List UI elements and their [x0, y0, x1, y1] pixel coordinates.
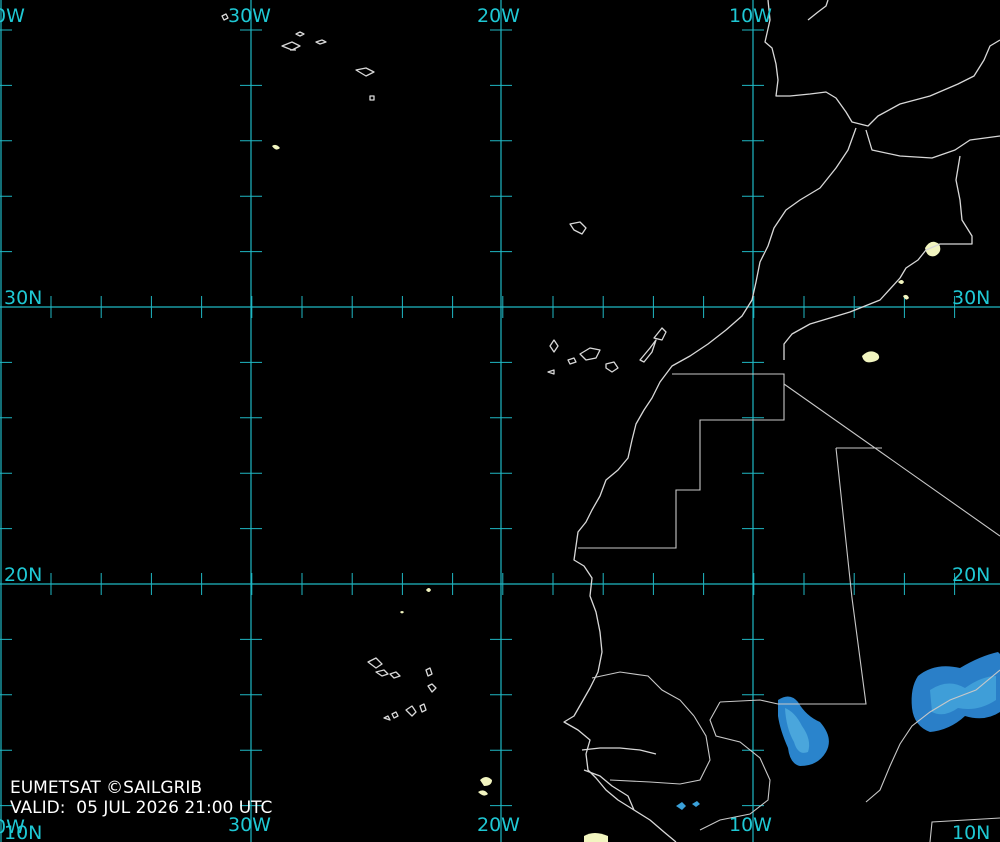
map-canvas: [0, 0, 1000, 842]
border-mali-guinea: [699, 701, 771, 831]
island-madeira: [569, 221, 587, 235]
island-cv-9: [419, 703, 427, 713]
island-canary-tenerife: [579, 347, 601, 361]
island-cv-4: [425, 667, 433, 677]
lat-label-right-10n: 10N: [952, 822, 991, 842]
cloud-azores: [272, 144, 280, 150]
cloud-cape-verde: [400, 588, 431, 614]
border-algeria-mali: [783, 383, 1000, 537]
island-cv-2: [375, 669, 389, 677]
graticule: [0, 0, 1000, 842]
island-canary-lanzarote: [653, 327, 667, 341]
coast-iberia: [764, 0, 1000, 127]
coast-africa-north: [865, 129, 1000, 159]
cloud-morocco: [898, 280, 909, 300]
lon-label-top-40w: 0W: [0, 5, 25, 27]
island-canary-fuerteventura: [639, 339, 657, 363]
lon-label-top-10w: 10W: [729, 5, 772, 27]
lon-label-bottom-10w: 10W: [729, 814, 772, 836]
island-canary-gran: [605, 361, 619, 373]
lat-label-left-10n: 10N: [4, 822, 43, 842]
border-senegal-mali: [609, 715, 711, 785]
valid-label: VALID:: [10, 798, 66, 818]
borders: [578, 373, 1000, 842]
satellite-map: 0W 30W 20W 10W 0W 30W 20W 10W 30N 20N 10…: [0, 0, 1000, 842]
islands: [221, 13, 667, 721]
grid-ticks: [0, 29, 956, 807]
island-cv-6: [383, 715, 391, 721]
credit-text: EUMETSAT ©SAILGRIB: [10, 778, 203, 798]
border-senegal-mauritania: [591, 671, 695, 717]
coast-gambia: [581, 747, 657, 755]
coast-guinea-bissau: [583, 769, 635, 811]
island-cv-8: [405, 705, 417, 717]
island-azores-3: [315, 39, 327, 45]
island-azores-5: [355, 67, 375, 77]
island-azores-2: [295, 31, 305, 37]
border-mauritania-east: [719, 447, 867, 705]
island-canary-3: [567, 357, 577, 365]
cloud-atlantic: [478, 777, 492, 796]
cloud-coast-south: [584, 833, 608, 842]
lat-label-right-30n: 30N: [952, 287, 991, 309]
lat-label-right-20n: 20N: [952, 564, 991, 586]
coast-med-east: [783, 155, 973, 360]
lon-label-bottom-20w: 20W: [477, 814, 520, 836]
island-azores-6: [369, 95, 375, 101]
lon-label-top-30w: 30W: [228, 5, 271, 27]
island-canary-1: [549, 339, 559, 353]
cloud-layer: [272, 144, 1000, 842]
island-canary-2: [547, 369, 555, 375]
island-cv-7: [391, 711, 399, 719]
cloud-algeria: [862, 351, 880, 363]
valid-time: 05 JUL 2026 21:00 UTC: [76, 798, 273, 818]
island-cv-5: [427, 683, 437, 693]
valid-time-line: VALID: 05 JUL 2026 21:00 UTC: [10, 800, 272, 817]
lon-label-bottom-30w: 30W: [228, 814, 271, 836]
island-cv-3: [389, 671, 401, 679]
lon-label-top-20w: 20W: [477, 5, 520, 27]
coast-iberia-north: [807, 0, 829, 21]
island-cv-1: [367, 657, 383, 669]
island-azores-1: [281, 41, 301, 51]
lat-label-left-30n: 30N: [4, 287, 43, 309]
cloud-guinea: [676, 801, 700, 810]
lat-label-left-20n: 20N: [4, 564, 43, 586]
